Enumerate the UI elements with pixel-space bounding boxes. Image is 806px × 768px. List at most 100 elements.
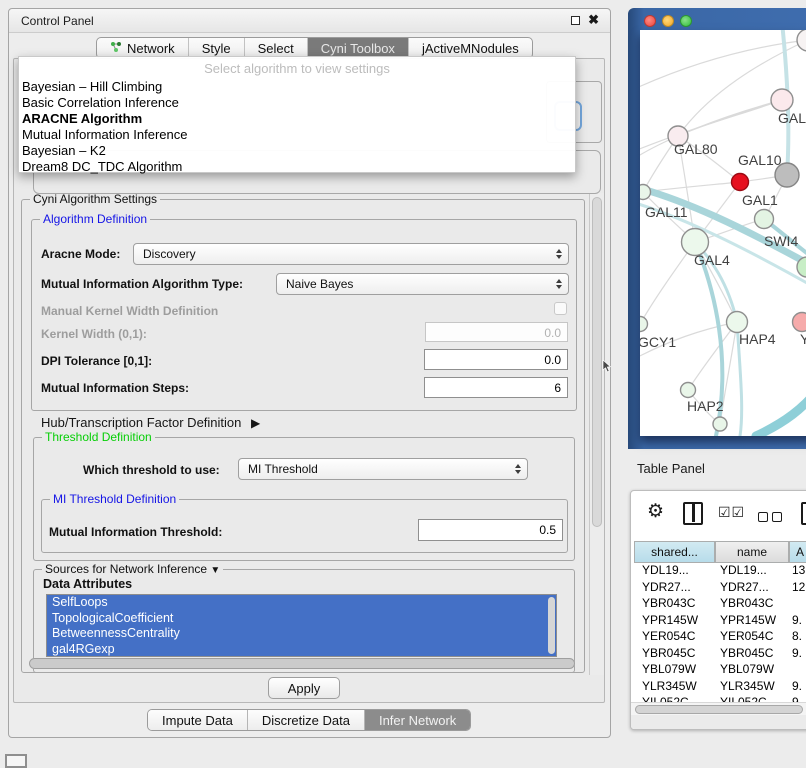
float-window-icon[interactable] [571,16,580,25]
manual-kernel-checkbox[interactable] [554,302,567,315]
attribute-item[interactable]: gal4RGexp [47,642,556,658]
settings-scrollbar-thumb[interactable] [592,197,602,527]
algorithm-option[interactable]: Bayesian – K2 [22,143,106,159]
tab-select[interactable]: Select [245,38,308,58]
node-label: HAP4 [739,331,776,347]
gear-icon[interactable]: ⚙ [647,500,664,523]
settings-group-title: Cyni Algorithm Settings [30,192,160,206]
network-view-window: GAL GAL80 GAL10 GAL11 GAL1 SWI4 GAL4 GCY… [628,8,806,449]
node-label: GAL80 [674,141,718,157]
table-row[interactable]: YBR043CYBR043C [634,596,806,613]
tab-network[interactable]: Network [97,38,189,58]
algorithm-option[interactable]: Mutual Information Inference [22,127,187,143]
mac-zoom-button[interactable] [680,15,692,27]
spinner-arrows-icon [511,464,527,474]
tab-cyni-toolbox[interactable]: Cyni Toolbox [308,38,409,58]
apply-button[interactable]: Apply [268,677,340,699]
algorithm-definition-title: Algorithm Definition [40,212,150,226]
column-header-partial[interactable]: A [789,541,806,563]
table-row[interactable]: YLR345WYLR345W9. [634,679,806,696]
node-label: SWI4 [764,233,798,249]
node-label: GAL1 [742,192,778,208]
mi-algorithm-type-select[interactable]: Naive Bayes [276,273,569,295]
tab-network-label: Network [127,41,175,56]
horizontal-scrollbar-thumb[interactable] [29,658,575,669]
mouse-cursor [602,360,612,379]
list-scrollbar[interactable] [548,597,555,654]
mi-threshold-title: MI Threshold Definition [50,492,179,506]
network-tab-icon [110,41,122,56]
which-threshold-select[interactable]: MI Threshold [238,458,528,480]
expander-right-arrow-icon: ▶ [251,416,260,430]
table-panel: ⚙ ☑☑ shared... name A YDL19...YDL19...13… [630,490,806,730]
attribute-item[interactable]: TopologicalCoefficient [47,611,556,627]
data-attributes-label: Data Attributes [43,577,132,591]
collapsed-panel-icon[interactable] [5,754,27,768]
tab-jactivemnodules[interactable]: jActiveMNodules [409,38,532,58]
aracne-mode-select[interactable]: Discovery [133,243,569,265]
algorithm-option[interactable]: Dream8 DC_TDC Algorithm [22,159,182,175]
table-panel-title: Table Panel [637,461,705,476]
node-label: GAL4 [694,252,730,268]
control-panel-window: Control Panel ✖ Network Style Select Cyn… [8,8,611,738]
table-horizontal-scrollbar[interactable] [631,702,806,715]
select-all-icon[interactable]: ☑☑ [718,504,745,521]
table-row[interactable]: YER054CYER054C8. [634,629,806,646]
table-row[interactable]: YDL19...YDL19...13 [634,563,806,580]
table-header-row: shared... name A [634,541,806,563]
table-body: YDL19...YDL19...13 YDR27...YDR27...12 YB… [634,563,806,702]
manual-kernel-label: Manual Kernel Width Definition [41,304,218,318]
spinner-arrows-icon [552,279,568,289]
panel-title: Control Panel [21,14,94,28]
data-attributes-list[interactable]: SelfLoops TopologicalCoefficient Between… [46,594,557,657]
tab-impute-data[interactable]: Impute Data [148,710,248,730]
node-label: GCY1 [640,334,676,350]
table-row[interactable]: YBR045CYBR045C9. [634,646,806,663]
table-row[interactable]: YBL079WYBL079W [634,662,806,679]
file-icon[interactable] [801,502,806,525]
mac-close-button[interactable] [644,15,656,27]
dpi-tolerance-label: DPI Tolerance [0,1]: [41,354,152,368]
settings-scrollbar[interactable] [589,193,604,675]
algorithm-option-selected[interactable]: ARACNE Algorithm [22,111,142,127]
hub-factor-expander[interactable]: Hub/Transcription Factor Definition ▶ [41,415,260,430]
control-panel-titlebar: Control Panel ✖ [9,9,610,33]
spinner-arrows-icon [552,249,568,259]
mac-minimize-button[interactable] [662,15,674,27]
which-threshold-label: Which threshold to use: [83,463,220,477]
tab-infer-network[interactable]: Infer Network [365,710,470,730]
node-label: GAL11 [645,204,688,220]
algorithm-option[interactable]: Bayesian – Hill Climbing [22,79,162,95]
column-header-name[interactable]: name [715,541,789,563]
table-scrollbar-thumb[interactable] [635,705,803,714]
mi-algorithm-type-label: Mutual Information Algorithm Type: [41,277,243,291]
clear-selection-icon[interactable] [758,509,786,527]
popup-prompt: Select algorithm to view settings [19,61,575,76]
sources-title[interactable]: Sources for Network Inference ▼ [42,562,223,576]
close-icon[interactable]: ✖ [588,12,599,28]
column-header-shared-name[interactable]: shared... [634,541,715,563]
dpi-tolerance-field[interactable]: 0.0 [424,349,568,370]
mi-steps-label: Mutual Information Steps: [41,381,189,395]
table-row[interactable]: YIL052CYIL052C9. [634,695,806,702]
kernel-width-label: Kernel Width (0,1): [41,327,147,341]
node-label: Y [800,331,806,347]
table-row[interactable]: YPR145WYPR145W9. [634,613,806,630]
kernel-width-field[interactable]: 0.0 [425,322,568,342]
mi-threshold-field[interactable]: 0.5 [418,519,563,541]
tab-style[interactable]: Style [189,38,245,58]
algorithm-option[interactable]: Basic Correlation Inference [22,95,179,111]
node-label: GAL [778,110,806,126]
node-label: GAL10 [738,152,782,168]
mi-steps-field[interactable]: 6 [424,377,568,398]
network-canvas[interactable]: GAL GAL80 GAL10 GAL11 GAL1 SWI4 GAL4 GCY… [640,30,806,436]
columns-icon[interactable] [683,502,703,525]
bottom-tabbar: Impute Data Discretize Data Infer Networ… [147,709,471,731]
tab-discretize-data[interactable]: Discretize Data [248,710,365,730]
expander-down-arrow-icon: ▼ [210,565,220,576]
attribute-item[interactable]: BetweennessCentrality [47,626,556,642]
table-panel-footer [631,715,806,730]
table-row[interactable]: YDR27...YDR27...12 [634,580,806,597]
attribute-item[interactable]: SelfLoops [47,595,556,611]
horizontal-scrollbar[interactable] [29,658,575,669]
